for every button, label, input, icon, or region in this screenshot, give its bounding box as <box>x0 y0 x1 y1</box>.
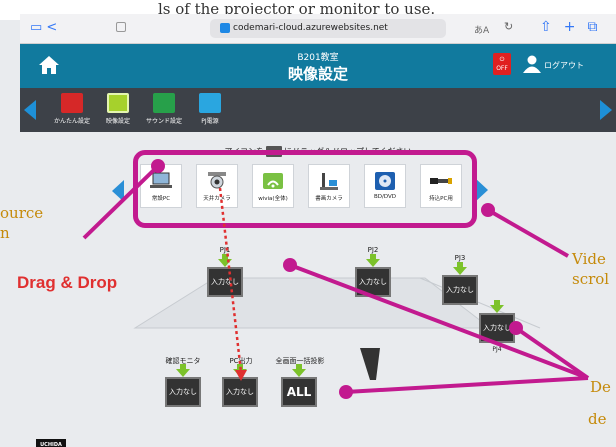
dest-button-pc-output[interactable]: 入力なし <box>222 377 258 407</box>
dest-label-pj4: PJ4 <box>492 346 502 353</box>
uchida-logo: UCHIDA <box>36 439 66 447</box>
tab-grid-icon[interactable] <box>116 22 126 32</box>
sidebar-back-icons[interactable]: ▭ < <box>30 20 57 35</box>
annotation-dest-line2: de <box>588 410 607 428</box>
pj2-down-arrow-icon <box>366 259 380 267</box>
annotation-source-line1: ource <box>0 204 44 222</box>
annotation-dest-line1: De <box>590 378 611 396</box>
monitor-down-arrow-icon <box>176 369 190 377</box>
dest-button-pj3[interactable]: 入力なし <box>442 275 478 305</box>
dest-label-pj2: PJ2 <box>367 246 379 254</box>
drag-drop-annotation: Drag & Drop <box>17 273 118 292</box>
annotation-video-line1: Vide <box>572 250 606 268</box>
user-icon[interactable] <box>522 54 542 74</box>
share-newtab-tabs-icons[interactable]: ⇧+⧉ <box>540 19 609 35</box>
app-header: B201教室 映像設定 ⏻ OFF ログアウト <box>20 44 616 88</box>
annotation-source-line2: n <box>0 224 10 242</box>
pj1-down-arrow-icon <box>218 259 232 267</box>
power-off-button[interactable]: ⏻ OFF <box>493 53 511 75</box>
dest-button-pj2[interactable]: 入力なし <box>355 267 391 297</box>
reload-icon[interactable]: ↻ <box>504 20 513 33</box>
url-text: codemari-cloud.azurewebsites.net <box>233 23 388 33</box>
browser-toolbar: ▭ < codemari-cloud.azurewebsites.net あA … <box>20 14 616 44</box>
pc-output-down-arrow-icon <box>233 369 247 377</box>
site-favicon-icon <box>220 22 230 33</box>
speaker-icon <box>153 93 175 113</box>
annotation-video-line2: scrol <box>572 270 610 288</box>
app-frame: ▭ < codemari-cloud.azurewebsites.net あA … <box>20 14 616 447</box>
pj4-down-arrow-icon <box>490 305 504 313</box>
text-size-button[interactable]: あA <box>474 23 489 36</box>
logout-link[interactable]: ログアウト <box>544 60 584 71</box>
power-label: OFF <box>496 65 508 72</box>
settings-nav-bar: かんたん設定 映像設定 サウンド設定 PJ電源 <box>20 88 616 132</box>
dest-button-project-all[interactable]: ALL <box>281 377 317 407</box>
dest-button-pj4[interactable]: 入力なし <box>479 313 515 343</box>
pj3-down-arrow-icon <box>453 267 467 275</box>
address-bar[interactable]: codemari-cloud.azurewebsites.net <box>210 19 446 38</box>
nav-item-video-settings[interactable]: 映像設定 <box>96 93 140 125</box>
nav-item-pj-power[interactable]: PJ電源 <box>188 93 232 125</box>
nav-next-arrow-icon[interactable] <box>600 100 612 120</box>
video-settings-icon <box>107 93 129 113</box>
nav-item-easy-settings[interactable]: かんたん設定 <box>50 93 94 125</box>
dest-button-confirm-monitor[interactable]: 入力なし <box>165 377 201 407</box>
easy-settings-icon <box>61 93 83 113</box>
nav-prev-arrow-icon[interactable] <box>24 100 36 120</box>
nav-item-sound-settings[interactable]: サウンド設定 <box>142 93 186 125</box>
projector-power-icon <box>199 93 221 113</box>
power-icon: ⏻ <box>499 56 505 63</box>
dest-label-pj1: PJ1 <box>219 246 231 254</box>
dest-label-pj3: PJ3 <box>454 254 466 262</box>
dest-button-pj1[interactable]: 入力なし <box>207 267 243 297</box>
all-down-arrow-icon <box>292 369 306 377</box>
